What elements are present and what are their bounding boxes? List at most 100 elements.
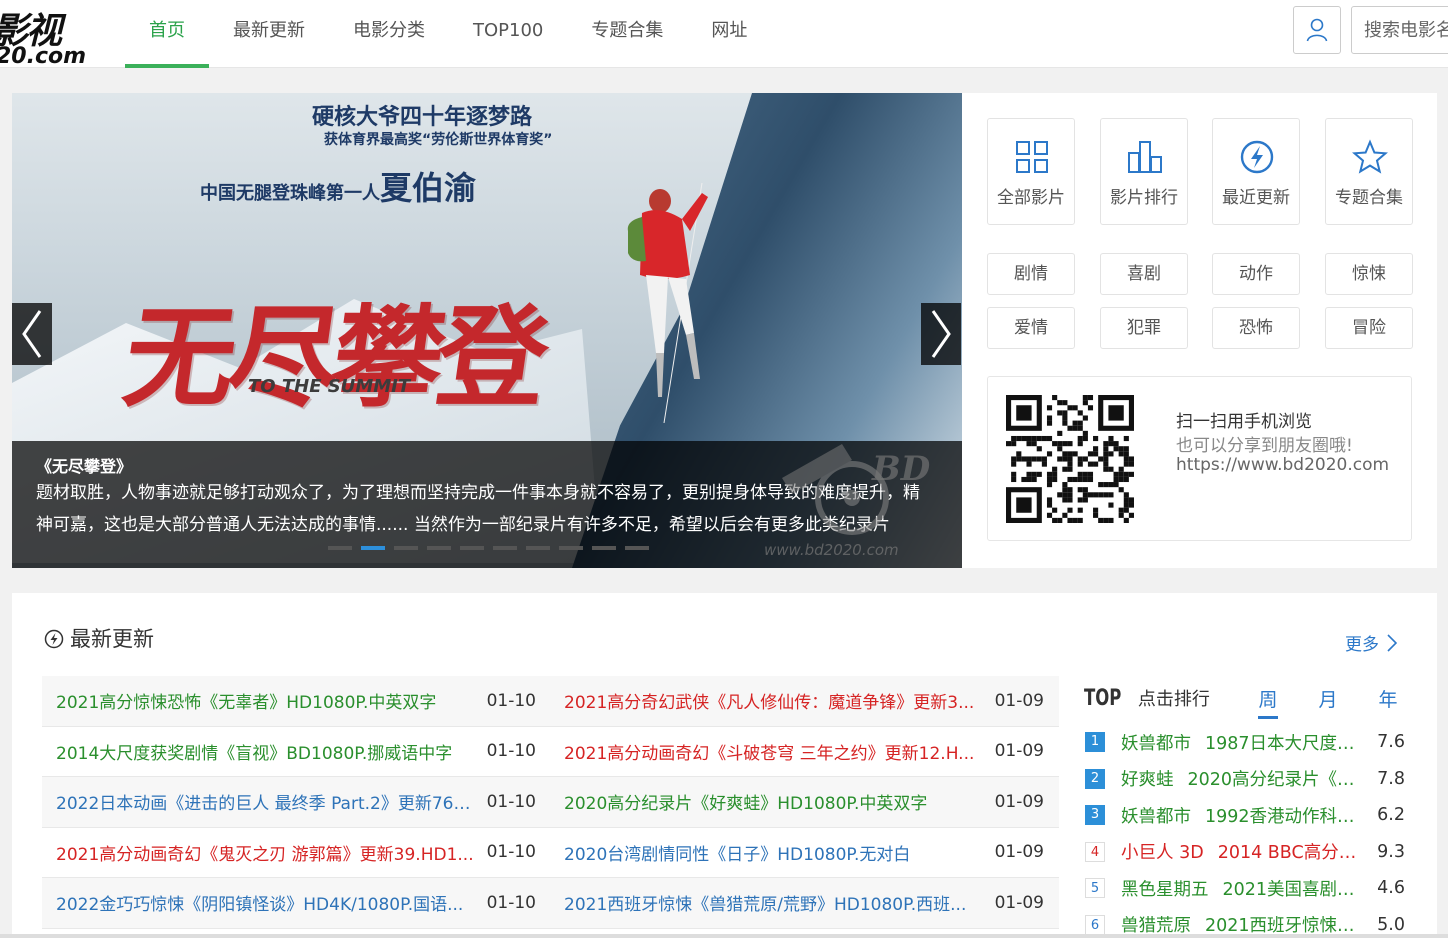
movie-link[interactable]: 2022金巧巧惊悚《阴阳镇怪谈》HD4K/1080P.国语... bbox=[42, 890, 474, 915]
rank-score: 5.0 bbox=[1377, 914, 1405, 935]
carousel-dot[interactable] bbox=[328, 546, 352, 550]
bar-chart-icon bbox=[1128, 141, 1162, 173]
category-crime[interactable]: 犯罪 bbox=[1100, 307, 1188, 349]
header: 影视 20.com 首页 最新更新 电影分类 TOP100 专题合集 网址 bbox=[0, 0, 1448, 68]
table-row: 2014大尺度获奖剧情《盲视》BD1080P.挪威语中字 01-10 2021高分动… bbox=[42, 727, 1059, 777]
user-button[interactable] bbox=[1293, 6, 1341, 54]
tile-recent-updates[interactable]: 最近更新 bbox=[1212, 118, 1300, 225]
carousel-dot[interactable] bbox=[394, 546, 418, 550]
list-item: 2021高分动画奇幻《鬼灭之刃 游郭篇》更新39.HD1... 01-10 bbox=[42, 840, 550, 865]
more-link[interactable]: 更多 bbox=[1345, 630, 1397, 655]
category-drama[interactable]: 剧情 bbox=[987, 253, 1075, 295]
site-logo[interactable]: 影视 20.com bbox=[0, 0, 90, 68]
carousel-prev-button[interactable] bbox=[12, 303, 52, 365]
category-thriller[interactable]: 惊悚 bbox=[1325, 253, 1413, 295]
rank-movie-name[interactable]: 好爽蛙 bbox=[1121, 766, 1174, 791]
rank-movie-name[interactable]: 妖兽都市 bbox=[1121, 803, 1191, 828]
nav-collections[interactable]: 专题合集 bbox=[567, 0, 687, 68]
carousel-dot[interactable] bbox=[427, 546, 451, 550]
ranking-item: 5 黑色星期五 2021美国喜剧恐... 4.6 bbox=[1085, 870, 1405, 907]
carousel-dot[interactable] bbox=[493, 546, 517, 550]
category-action[interactable]: 动作 bbox=[1212, 253, 1300, 295]
tab-week[interactable]: 周 bbox=[1238, 685, 1298, 719]
rank-number-badge: 6 bbox=[1085, 914, 1105, 935]
rank-movie-name[interactable]: 黑色星期五 bbox=[1121, 876, 1209, 901]
main-nav: 首页 最新更新 电影分类 TOP100 专题合集 网址 bbox=[125, 0, 771, 68]
banner-headline-1: 硬核大爷四十年逐梦路 bbox=[312, 104, 533, 130]
hero-carousel[interactable]: 硬核大爷四十年逐梦路 获体育界最高奖“劳伦斯世界体育奖” 中国无腿登珠峰第一人夏… bbox=[12, 93, 962, 568]
update-date: 01-09 bbox=[994, 791, 1044, 812]
qr-card: 扫一扫用手机浏览 也可以分享到朋友圈哦! https://www.bd2020.… bbox=[987, 376, 1412, 541]
update-date: 01-10 bbox=[486, 690, 536, 711]
movie-link[interactable]: 2021西班牙惊悚《兽猎荒原/荒野》HD1080P.西班... bbox=[550, 890, 982, 915]
ranking-item: 1 妖兽都市 1987日本大尺度动... 7.6 bbox=[1085, 724, 1405, 761]
chevron-right-icon bbox=[931, 310, 951, 358]
carousel-dot[interactable] bbox=[625, 546, 649, 550]
chevron-left-icon bbox=[22, 310, 42, 358]
nav-categories[interactable]: 电影分类 bbox=[329, 0, 449, 68]
category-horror[interactable]: 恐怖 bbox=[1212, 307, 1300, 349]
tile-label: 专题合集 bbox=[1335, 188, 1403, 208]
carousel-dot[interactable] bbox=[526, 546, 550, 550]
rank-movie-desc[interactable]: 2020高分纪录片《好... bbox=[1188, 766, 1366, 791]
rank-movie-desc[interactable]: 2014 BBC高分纪... bbox=[1218, 839, 1365, 864]
category-romance[interactable]: 爱情 bbox=[987, 307, 1075, 349]
update-date: 01-09 bbox=[994, 842, 1044, 863]
movie-link[interactable]: 2020台湾剧情同性《日子》HD1080P.无对白 bbox=[550, 840, 982, 865]
movie-link[interactable]: 2014大尺度获奖剧情《盲视》BD1080P.挪威语中字 bbox=[42, 739, 474, 764]
carousel-dot[interactable] bbox=[460, 546, 484, 550]
rank-score: 7.6 bbox=[1377, 732, 1405, 753]
list-item: 2021西班牙惊悚《兽猎荒原/荒野》HD1080P.西班... 01-09 bbox=[550, 890, 1058, 916]
carousel-dot[interactable] bbox=[592, 546, 616, 550]
ranking-title-top: TOP bbox=[1084, 685, 1122, 711]
climber-figure bbox=[627, 183, 708, 423]
movie-link[interactable]: 2021高分动画奇幻《鬼灭之刃 游郭篇》更新39.HD1... bbox=[42, 840, 474, 865]
tile-collections[interactable]: 专题合集 bbox=[1325, 118, 1413, 225]
rank-movie-desc[interactable]: 1987日本大尺度动... bbox=[1205, 730, 1365, 755]
banner-headline-3: 中国无腿登珠峰第一人夏伯渝 bbox=[200, 163, 476, 209]
more-link-label: 更多 bbox=[1345, 635, 1379, 655]
list-item: 2020台湾剧情同性《日子》HD1080P.无对白 01-09 bbox=[550, 840, 1058, 865]
nav-top100[interactable]: TOP100 bbox=[449, 0, 567, 68]
rank-movie-name[interactable]: 妖兽都市 bbox=[1121, 730, 1191, 755]
category-adventure[interactable]: 冒险 bbox=[1325, 307, 1413, 349]
logo-text-domain: 20.com bbox=[0, 44, 87, 68]
category-comedy[interactable]: 喜剧 bbox=[1100, 253, 1188, 295]
rank-movie-desc[interactable]: 2021美国喜剧恐... bbox=[1223, 876, 1366, 901]
poster-title: 无尽攀登 bbox=[116, 293, 551, 422]
tile-all-movies[interactable]: 全部影片 bbox=[987, 118, 1075, 225]
watermark-url: www.bd2020.com bbox=[764, 541, 899, 559]
tile-ranking[interactable]: 影片排行 bbox=[1100, 118, 1188, 225]
nav-urls[interactable]: 网址 bbox=[687, 0, 771, 68]
movie-link[interactable]: 2021高分动画奇幻《斗破苍穹 三年之约》更新12.H... bbox=[550, 739, 982, 764]
tab-month[interactable]: 月 bbox=[1298, 685, 1358, 719]
ranking-item: 3 妖兽都市 1992香港动作科幻... 6.2 bbox=[1085, 797, 1405, 834]
lightning-icon bbox=[44, 629, 64, 649]
rank-number-badge: 3 bbox=[1085, 805, 1105, 826]
ranking-item: 4 小巨人 3D 2014 BBC高分纪... 9.3 bbox=[1085, 834, 1405, 871]
banner-headline-3-prefix: 中国无腿登珠峰第一人 bbox=[200, 183, 380, 204]
nav-home[interactable]: 首页 bbox=[125, 0, 209, 68]
carousel-dot[interactable] bbox=[559, 546, 583, 550]
movie-link[interactable]: 2021高分奇幻武侠《凡人修仙传：魔道争锋》更新3... bbox=[550, 688, 982, 713]
tab-year[interactable]: 年 bbox=[1358, 685, 1418, 719]
update-date: 01-10 bbox=[486, 791, 536, 812]
rank-number-badge: 4 bbox=[1085, 841, 1105, 862]
update-date: 01-10 bbox=[486, 741, 536, 762]
latest-list: 2021高分惊悚恐怖《无辜者》HD1080P.中英双字 01-10 2021高分奇幻… bbox=[42, 676, 1059, 929]
movie-link[interactable]: 2021高分惊悚恐怖《无辜者》HD1080P.中英双字 bbox=[42, 688, 474, 713]
carousel-dot[interactable] bbox=[361, 546, 385, 550]
carousel-next-button[interactable] bbox=[921, 303, 961, 365]
rank-movie-desc[interactable]: 1992香港动作科幻... bbox=[1205, 803, 1365, 828]
search-input[interactable] bbox=[1352, 7, 1448, 53]
table-row: 2022金巧巧惊悚《阴阳镇怪谈》HD4K/1080P.国语... 01-10 202… bbox=[42, 878, 1059, 929]
user-icon bbox=[1306, 18, 1328, 42]
qr-share-text: 也可以分享到朋友圈哦! bbox=[1176, 436, 1353, 456]
quick-panel: 全部影片 影片排行 最近更新 专题合集 剧情 喜剧 动作 惊悚 爱情 犯罪 恐怖… bbox=[962, 93, 1437, 568]
movie-link[interactable]: 2020高分纪录片《好爽蛙》HD1080P.中英双字 bbox=[550, 789, 982, 814]
chevron-right-icon bbox=[1387, 633, 1397, 652]
nav-latest[interactable]: 最新更新 bbox=[209, 0, 329, 68]
table-row: 2021高分动画奇幻《鬼灭之刃 游郭篇》更新39.HD1... 01-10 2020… bbox=[42, 828, 1059, 878]
rank-movie-name[interactable]: 小巨人 3D bbox=[1121, 839, 1204, 864]
movie-link[interactable]: 2022日本动画《进击的巨人 最终季 Part.2》更新76.... bbox=[42, 789, 474, 814]
